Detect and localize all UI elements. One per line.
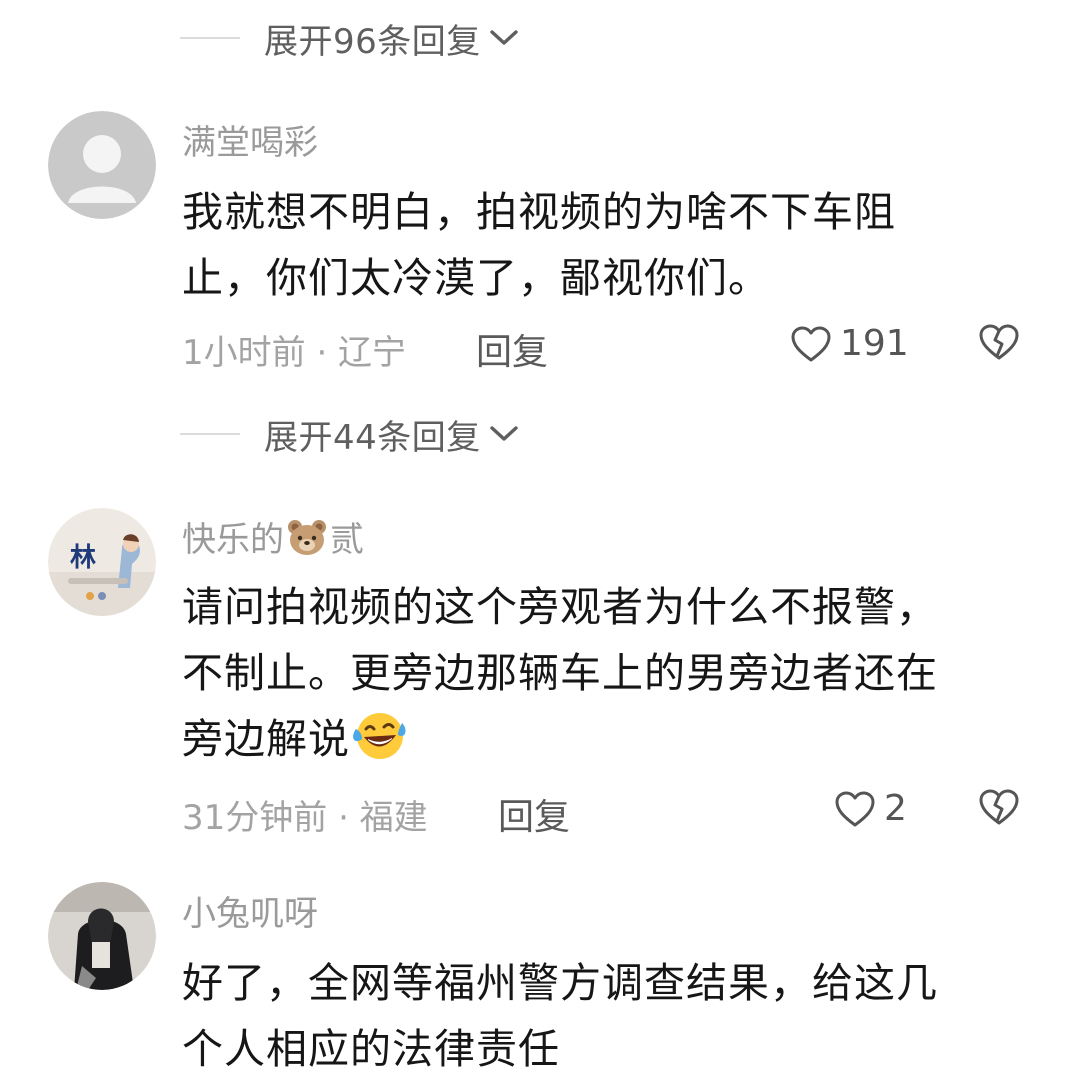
username-text: 快乐的 — [182, 520, 284, 560]
chevron-down-icon — [489, 424, 519, 444]
like-count: 2 — [884, 788, 907, 829]
comment-text-line: 不制止。更旁边那辆车上的男旁边者还在 — [182, 649, 938, 697]
chevron-down-icon — [489, 28, 519, 48]
divider-line — [180, 433, 240, 435]
avatar[interactable]: 林 — [48, 508, 156, 616]
expand-replies-button[interactable]: 展开44条回复 — [180, 404, 519, 464]
comment-meta: 31分钟前 · 福建 — [182, 798, 428, 838]
heart-icon — [791, 326, 831, 361]
expand-replies-label: 展开44条回复 — [264, 417, 481, 458]
avatar[interactable] — [48, 111, 156, 219]
reply-button[interactable]: 回复 — [476, 323, 548, 375]
like-button[interactable]: 2 — [834, 788, 907, 829]
comment-username[interactable]: 满堂喝彩 — [182, 115, 318, 164]
bear-face-icon — [286, 518, 328, 556]
broken-heart-icon — [979, 789, 1019, 825]
svg-text:林: 林 — [70, 543, 96, 573]
like-button[interactable]: 191 — [790, 323, 909, 364]
dislike-button[interactable] — [978, 788, 1020, 830]
divider-line — [180, 37, 240, 39]
reply-button[interactable]: 回复 — [498, 788, 570, 840]
dislike-button[interactable] — [978, 323, 1020, 365]
broken-heart-icon — [979, 324, 1019, 360]
heart-icon — [835, 791, 875, 826]
comment-text-line: 旁边解说 — [182, 706, 1012, 780]
laughing-tears-icon — [350, 709, 408, 780]
avatar[interactable] — [48, 882, 156, 990]
expand-replies-button[interactable]: 展开96条回复 — [180, 8, 519, 68]
like-count: 191 — [840, 323, 909, 364]
comment-text-line: 请问拍视频的这个旁观者为什么不报警， — [182, 583, 938, 631]
comment-username[interactable]: 小兔叽呀 — [182, 886, 318, 935]
comment-text: 好了，全网等福州警方调查结果，给这几 个人相应的法律责任 — [182, 950, 1012, 1082]
comment-username[interactable]: 快乐的 贰 — [182, 512, 364, 561]
comment-text-fragment: 旁边解说 — [182, 715, 350, 763]
comment-text-line: 好了，全网等福州警方调查结果，给这几 — [182, 959, 938, 1007]
comment-meta: 1小时前 · 辽宁 — [182, 333, 407, 373]
comment-text-line: 止，你们太冷漠了，鄙视你们。 — [182, 254, 770, 302]
comment-text: 我就想不明白，拍视频的为啥不下车阻 止，你们太冷漠了，鄙视你们。 — [182, 179, 1012, 311]
comment-text-line: 我就想不明白，拍视频的为啥不下车阻 — [182, 188, 896, 236]
expand-replies-label: 展开96条回复 — [264, 21, 481, 62]
comment-text-line: 个人相应的法律责任 — [182, 1025, 560, 1073]
username-text: 贰 — [330, 520, 364, 560]
comment-text: 请问拍视频的这个旁观者为什么不报警， 不制止。更旁边那辆车上的男旁边者还在 旁边… — [182, 574, 1012, 780]
